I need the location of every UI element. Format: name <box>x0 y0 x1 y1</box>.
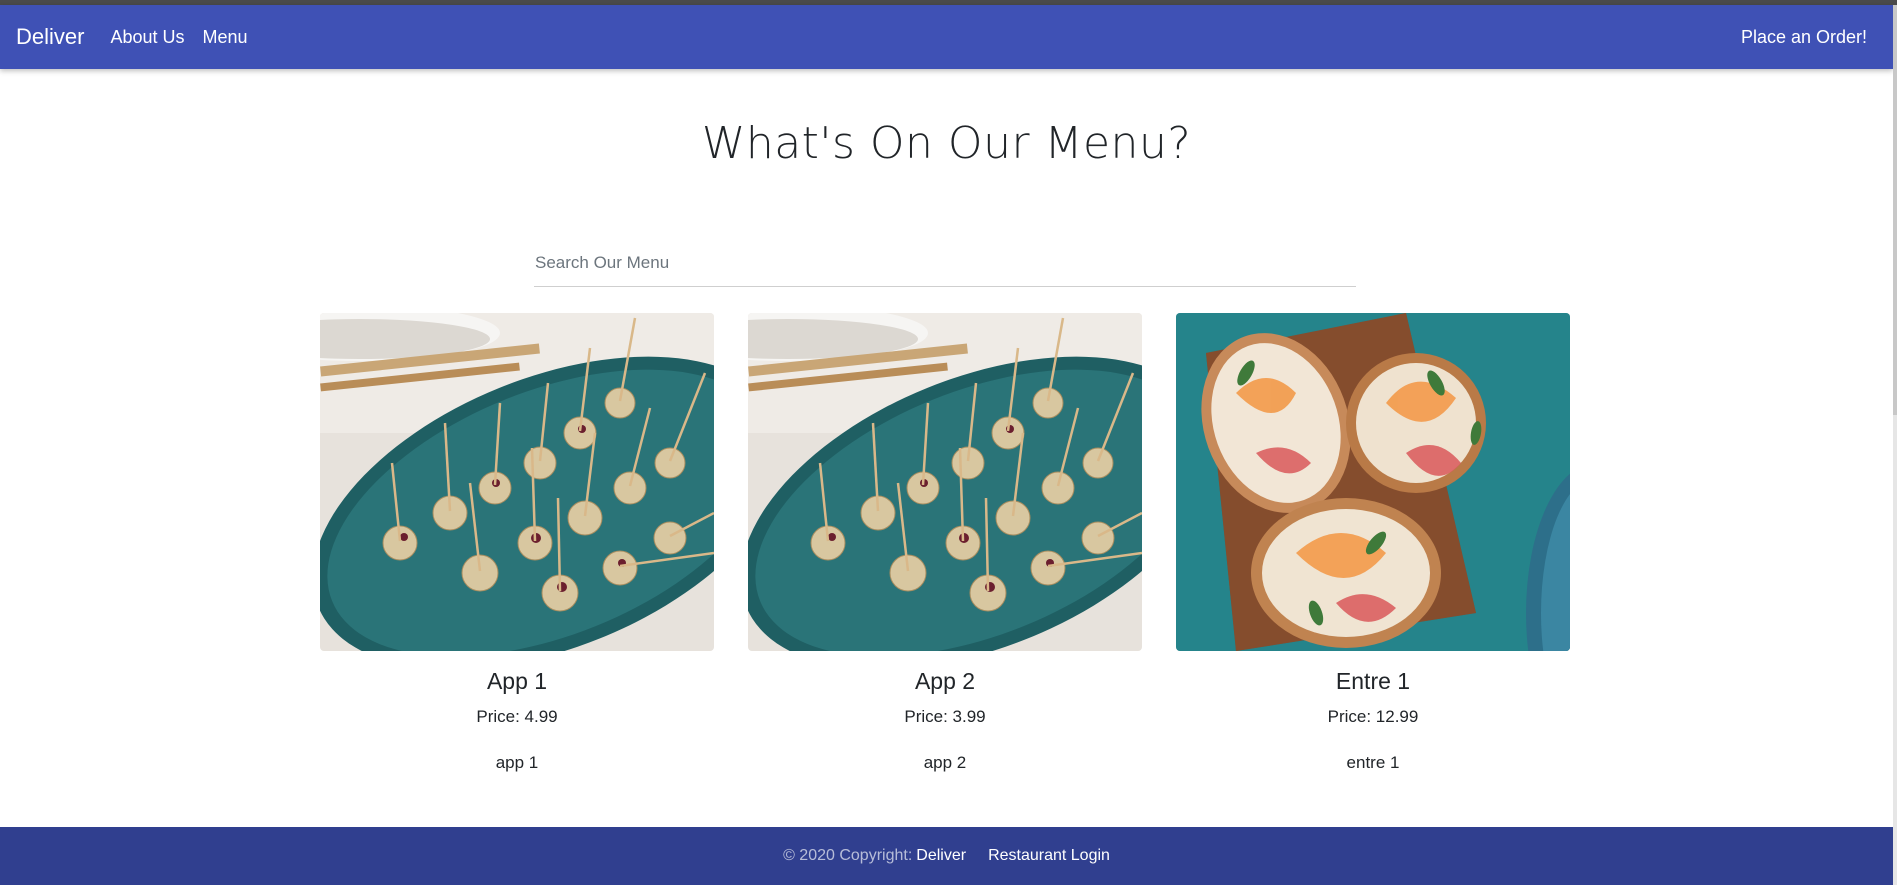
footer-copyright: © 2020 Copyright: <box>783 847 913 864</box>
search-input[interactable] <box>534 243 1358 283</box>
menu-item-price: Price: 12.99 <box>1327 707 1419 726</box>
footer: © 2020 Copyright: Deliver Restaurant Log… <box>0 827 1893 885</box>
menu-card[interactable]: App 2 Price: 3.99 app 2 <box>748 313 1142 773</box>
menu-card[interactable]: App 1 Price: 4.99 app 1 <box>320 313 714 773</box>
menu-item-description: app 2 <box>923 753 967 772</box>
menu-item-image[interactable] <box>320 313 714 651</box>
menu-card[interactable]: Entre 1 Price: 12.99 entre 1 <box>1176 313 1570 773</box>
menu-item-description: entre 1 <box>1346 753 1400 772</box>
footer-brand-link[interactable]: Deliver <box>916 847 966 865</box>
nav-menu-link[interactable]: Menu <box>203 27 248 48</box>
menu-item-name: App 1 <box>486 668 548 694</box>
menu-item-name: App 2 <box>914 668 976 694</box>
menu-card-list: App 1 Price: 4.99 app 1 App 2 Price: 3.9… <box>320 313 1570 773</box>
menu-item-image[interactable] <box>748 313 1142 651</box>
search-field <box>534 243 1358 287</box>
brand-logo[interactable]: Deliver <box>16 24 84 50</box>
restaurant-login-link[interactable]: Restaurant Login <box>988 847 1110 865</box>
menu-item-name: Entre 1 <box>1335 668 1411 694</box>
menu-item-image[interactable] <box>1176 313 1570 651</box>
menu-item-price: Price: 3.99 <box>904 707 986 726</box>
menu-item-description: app 1 <box>495 753 539 772</box>
scrollbar-thumb[interactable] <box>1893 5 1897 415</box>
page-title: What's On Our Menu? <box>701 118 1192 169</box>
navbar: Deliver About Us Menu Place an Order! <box>0 5 1893 69</box>
place-order-link[interactable]: Place an Order! <box>1741 27 1867 48</box>
menu-item-price: Price: 4.99 <box>476 707 558 726</box>
nav-about-us-link[interactable]: About Us <box>110 27 184 48</box>
